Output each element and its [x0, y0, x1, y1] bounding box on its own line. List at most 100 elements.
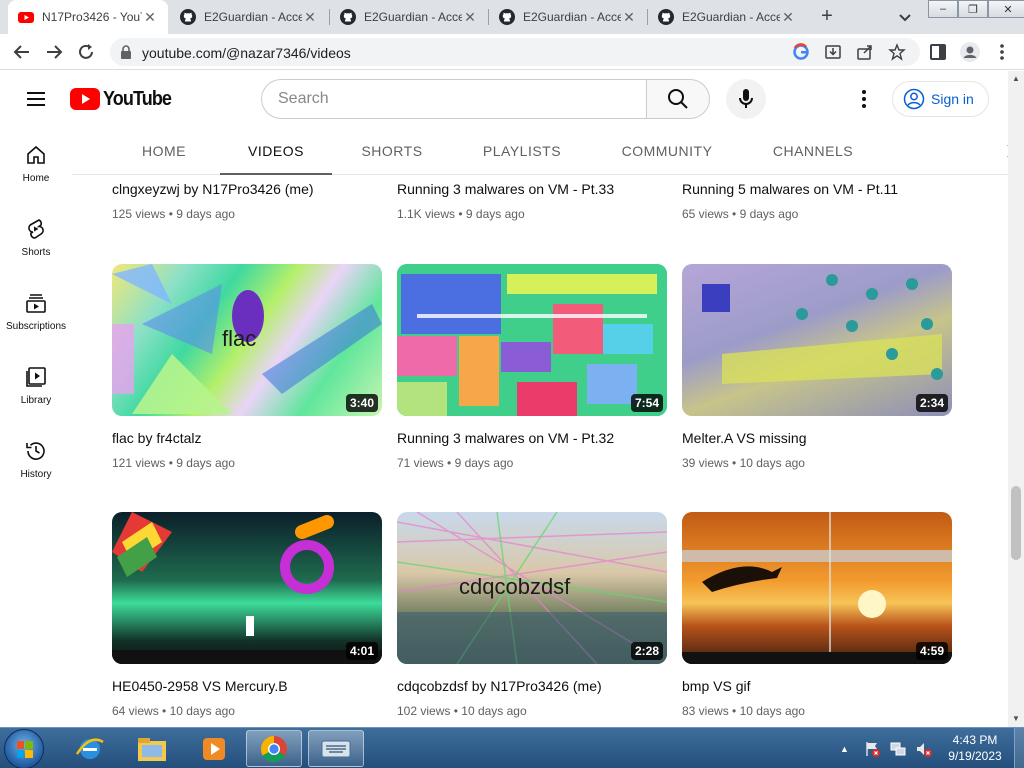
- video-meta: 121 views • 9 days ago: [112, 456, 382, 470]
- install-app-icon[interactable]: [824, 43, 842, 61]
- video-card[interactable]: 4:01 HE0450-2958 VS Mercury.B 64 views •…: [112, 512, 382, 718]
- guide-item-shorts[interactable]: Shorts: [0, 201, 72, 275]
- tab-close-icon[interactable]: ✕: [302, 9, 318, 26]
- tab-close-icon[interactable]: ✕: [780, 9, 796, 26]
- video-title[interactable]: bmp VS gif: [682, 678, 952, 694]
- tab-channels[interactable]: CHANNELS: [762, 127, 864, 175]
- video-card[interactable]: flac 3:40 flac by fr4ctalz 121 views • 9…: [112, 264, 382, 470]
- video-title[interactable]: HE0450-2958 VS Mercury.B: [112, 678, 382, 694]
- browser-menu-icon[interactable]: [992, 42, 1012, 62]
- more-options-icon[interactable]: [852, 87, 876, 111]
- video-card[interactable]: Running 5 malwares on VM - Pt.11 65 view…: [682, 181, 952, 221]
- tab-close-icon[interactable]: ✕: [621, 9, 637, 26]
- tab-search-chevron-icon[interactable]: [896, 8, 914, 26]
- show-desktop-button[interactable]: [1014, 728, 1024, 768]
- video-thumbnail[interactable]: 2:34: [682, 264, 952, 416]
- taskbar-clock[interactable]: 4:43 PM 9/19/2023: [940, 732, 1010, 764]
- video-title[interactable]: Melter.A VS missing: [682, 430, 952, 446]
- upload-age: 9 days ago: [176, 207, 235, 221]
- taskbar-media-player[interactable]: [186, 730, 242, 767]
- browser-tab-github-2[interactable]: E2Guardian - Access Denied ✕: [330, 0, 488, 34]
- share-icon[interactable]: [856, 43, 874, 61]
- lock-icon[interactable]: [120, 45, 132, 59]
- video-card[interactable]: 4:59 bmp VS gif 83 views • 10 days ago: [682, 512, 952, 718]
- window-close-button[interactable]: ✕: [988, 0, 1024, 18]
- maximize-button[interactable]: ❐: [958, 0, 988, 18]
- video-thumbnail[interactable]: 4:59: [682, 512, 952, 664]
- sign-in-button[interactable]: Sign in: [892, 81, 989, 117]
- page-scrollbar[interactable]: [1008, 71, 1024, 727]
- search-button[interactable]: [646, 79, 710, 119]
- taskbar-internet-explorer[interactable]: [62, 730, 118, 767]
- side-panel-icon[interactable]: [928, 42, 948, 62]
- guide-item-library[interactable]: Library: [0, 349, 72, 423]
- reload-icon[interactable]: [76, 42, 96, 62]
- channel-tabs: HOME VIDEOS SHORTS PLAYLISTS COMMUNITY C…: [72, 127, 1016, 175]
- taskbar-chrome[interactable]: [246, 730, 302, 767]
- tab-title: E2Guardian - Access Denied: [364, 10, 462, 24]
- video-title[interactable]: Running 3 malwares on VM - Pt.32: [397, 430, 667, 446]
- tab-playlists[interactable]: PLAYLISTS: [472, 127, 572, 175]
- google-g-icon[interactable]: [792, 43, 810, 61]
- guide-item-home[interactable]: Home: [0, 127, 72, 201]
- browser-tab-github-3[interactable]: E2Guardian - Access Denied ✕: [489, 0, 647, 34]
- taskbar-on-screen-keyboard[interactable]: [308, 730, 364, 767]
- video-title[interactable]: flac by fr4ctalz: [112, 430, 382, 446]
- address-bar[interactable]: youtube.com/@nazar7346/videos: [110, 38, 920, 66]
- action-center-flag-icon[interactable]: [863, 740, 881, 758]
- scroll-up-arrow-icon[interactable]: ▲: [1012, 75, 1020, 83]
- duration-badge: 3:40: [345, 394, 378, 412]
- tray-expand-icon[interactable]: ▲: [840, 744, 849, 754]
- video-title[interactable]: cdqcobzdsf by N17Pro3426 (me): [397, 678, 667, 694]
- start-button[interactable]: [4, 729, 44, 768]
- volume-muted-icon[interactable]: [915, 740, 933, 758]
- video-title[interactable]: clngxeyzwj by N17Pro3426 (me): [112, 181, 382, 197]
- new-tab-button[interactable]: +: [816, 6, 838, 28]
- video-title[interactable]: Running 3 malwares on VM - Pt.33: [397, 181, 667, 197]
- video-card[interactable]: clngxeyzwj by N17Pro3426 (me) 125 views …: [112, 181, 382, 221]
- youtube-logo[interactable]: YouTube: [70, 87, 179, 111]
- shorts-icon: [28, 219, 44, 239]
- duration-badge: 2:28: [630, 642, 663, 660]
- youtube-play-logo-icon: [70, 88, 100, 110]
- video-card[interactable]: cdqcobzdsf 2:28 cdqcobzdsf by N17Pro3426…: [397, 512, 667, 718]
- tab-close-icon[interactable]: ✕: [462, 9, 478, 26]
- guide-item-subscriptions[interactable]: Subscriptions: [0, 275, 72, 349]
- voice-search-button[interactable]: [726, 79, 766, 119]
- tab-close-icon[interactable]: ✕: [142, 9, 158, 26]
- tab-shorts[interactable]: SHORTS: [352, 127, 432, 175]
- subscriptions-icon: [26, 294, 46, 313]
- video-card[interactable]: Running 3 malwares on VM - Pt.33 1.1K vi…: [397, 181, 667, 221]
- video-thumbnail[interactable]: 7:54: [397, 264, 667, 416]
- hamburger-menu-icon[interactable]: [24, 87, 48, 111]
- media-player-icon: [203, 737, 225, 760]
- profile-avatar-icon[interactable]: [960, 42, 980, 62]
- search-input[interactable]: [261, 79, 647, 119]
- scroll-down-arrow-icon[interactable]: ▼: [1012, 715, 1020, 723]
- duration-badge: 4:01: [345, 642, 378, 660]
- minimize-button[interactable]: –: [928, 0, 958, 18]
- tab-community[interactable]: COMMUNITY: [612, 127, 722, 175]
- browser-tab-youtube[interactable]: N17Pro3426 - YouTube ✕: [8, 0, 168, 34]
- video-card[interactable]: 7:54 Running 3 malwares on VM - Pt.32 71…: [397, 264, 667, 470]
- back-arrow-icon[interactable]: [12, 42, 32, 62]
- duration-badge: 4:59: [915, 642, 948, 660]
- browser-tab-strip: N17Pro3426 - YouTube ✕ E2Guardian - Acce…: [0, 0, 1024, 34]
- tab-home[interactable]: HOME: [128, 127, 200, 175]
- scrollbar-thumb[interactable]: [1011, 486, 1021, 560]
- video-thumbnail[interactable]: 4:01: [112, 512, 382, 664]
- browser-tab-github-1[interactable]: E2Guardian - Access Denied ✕: [170, 0, 328, 34]
- video-thumbnail[interactable]: flac 3:40: [112, 264, 382, 416]
- guide-item-history[interactable]: History: [0, 423, 72, 497]
- view-count: 121 views: [112, 456, 166, 470]
- video-grid: clngxeyzwj by N17Pro3426 (me) 125 views …: [72, 175, 1008, 727]
- bookmark-star-icon[interactable]: [888, 43, 906, 61]
- browser-tab-github-4[interactable]: E2Guardian - Access Denied ✕: [648, 0, 806, 34]
- network-icon[interactable]: [889, 740, 907, 758]
- video-card[interactable]: 2:34 Melter.A VS missing 39 views • 10 d…: [682, 264, 952, 470]
- taskbar-file-explorer[interactable]: [124, 730, 180, 767]
- forward-arrow-icon[interactable]: [44, 42, 64, 62]
- video-thumbnail[interactable]: cdqcobzdsf 2:28: [397, 512, 667, 664]
- video-title[interactable]: Running 5 malwares on VM - Pt.11: [682, 181, 952, 197]
- tab-videos[interactable]: VIDEOS: [220, 127, 332, 175]
